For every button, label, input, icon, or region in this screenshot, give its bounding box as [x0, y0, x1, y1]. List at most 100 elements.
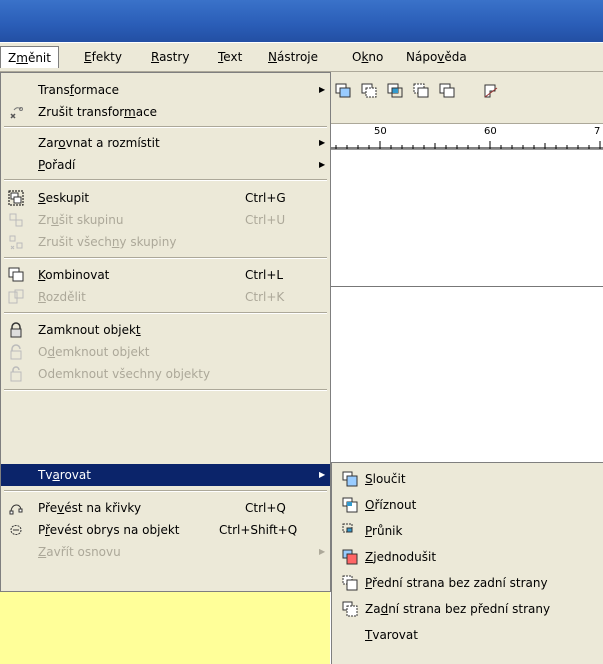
menu-label: Z	[8, 51, 17, 65]
menu-item-odemknout-objekt: Odemknout objekt	[1, 341, 330, 363]
menu-separator	[4, 179, 327, 181]
submenu-item-label: Sloučit	[365, 472, 406, 486]
menu-item-tvarovat[interactable]: Tvarovat ▶	[1, 464, 330, 486]
menu-item-label: Převést na křivky	[38, 501, 142, 515]
menu-item-seskupit[interactable]: Seskupit Ctrl+G	[1, 187, 330, 209]
menu-label-access-key: N	[268, 50, 277, 64]
menu-item-label: Zrušit všechny skupiny	[38, 235, 177, 249]
menu-separator	[4, 312, 327, 314]
shortcut-label: Ctrl+K	[245, 290, 285, 304]
ruler-label: 7	[594, 126, 601, 137]
trim-icon[interactable]	[360, 82, 378, 100]
menu-label: Nápo	[406, 50, 438, 64]
lock-icon	[10, 322, 22, 338]
submenu-item-zadni-strana[interactable]: Zadní strana bez přední strany	[332, 597, 602, 621]
boundary-icon[interactable]	[482, 82, 500, 100]
submenu-item-label: Zjednodušit	[365, 550, 437, 564]
menu-label: fekty	[91, 50, 122, 64]
menu-item-label: Zavřít osnovu	[38, 545, 121, 559]
menu-efekty[interactable]: Efekty	[84, 50, 122, 64]
menu-text[interactable]: Text	[218, 50, 242, 64]
menu-napoveda[interactable]: Nápověda	[406, 50, 467, 64]
submenu-item-sloucit[interactable]: Sloučit	[332, 467, 602, 491]
unlock-all-icon	[10, 366, 22, 382]
menu-label-access-key: E	[84, 50, 92, 64]
menu-separator	[4, 389, 327, 391]
menu-label-access-key: R	[151, 50, 160, 64]
shortcut-label: Ctrl+U	[245, 213, 286, 227]
menu-item-prevest-obrys[interactable]: Převést obrys na objekt Ctrl+Shift+Q	[1, 519, 330, 541]
menu-item-label: Zamknout objekt	[38, 323, 141, 337]
menu-item-label: Transformace	[38, 83, 120, 97]
submenu-item-tvarovat[interactable]: Tvarovat	[332, 623, 602, 647]
ruler-ticks	[330, 141, 603, 149]
submenu-item-label: Zadní strana bez přední strany	[365, 602, 551, 616]
menu-item-zrusit-vsechny-skupiny: Zrušit všechny skupiny	[1, 231, 330, 253]
shortcut-label: Ctrl+Q	[245, 501, 286, 515]
submenu-arrow-icon: ▶	[319, 470, 326, 479]
menu-label: astry	[159, 50, 190, 64]
ruler-label: 50	[374, 126, 387, 137]
ungroup-all-icon	[9, 235, 23, 250]
menu-item-zamknout-objekt[interactable]: Zamknout objekt	[1, 319, 330, 341]
menu-item-label: Odemknout objekt	[38, 345, 150, 359]
submenu-item-label: Tvarovat	[365, 628, 418, 642]
submenu-item-predni-strana[interactable]: Přední strana bez zadní strany	[332, 571, 602, 595]
menu-item-rozdelit: Rozdělit Ctrl+K	[1, 286, 330, 308]
menu-item-zarovnat[interactable]: Zarovnat a rozmístit ▶	[1, 132, 330, 154]
submenu-item-zjednodusit[interactable]: Zjednodušit	[332, 545, 602, 569]
submenu-item-oriznout[interactable]: Oříznout	[332, 493, 602, 517]
menu-item-label: Zrušit skupinu	[38, 213, 124, 227]
trim-icon	[342, 497, 358, 513]
menu-label: ástroje	[276, 50, 319, 64]
ruler-label: 60	[484, 126, 497, 137]
menu-item-transformace[interactable]: Transformace ▶	[1, 79, 330, 101]
ungroup-icon	[9, 213, 23, 227]
menu-item-label: Zrušit transformace	[38, 105, 158, 119]
combine-icon	[8, 267, 24, 282]
menu-item-label: Kombinovat	[38, 268, 110, 282]
horizontal-ruler[interactable]: 50 60 7	[330, 124, 603, 150]
menu-label: no	[368, 50, 384, 64]
menu-label-access-key: m	[16, 51, 28, 65]
unlock-icon	[10, 344, 22, 360]
menu-item-label: Seskupit	[38, 191, 90, 205]
submenu-arrow-icon: ▶	[319, 547, 326, 556]
menu-item-poradi[interactable]: Pořadí ▶	[1, 154, 330, 176]
menu-label: ext	[223, 50, 243, 64]
submenu-arrow-icon: ▶	[319, 85, 326, 94]
weld-icon	[342, 471, 358, 487]
menu-item-zrusit-transformace[interactable]: Zrušit transformace	[1, 101, 330, 123]
shortcut-label: Ctrl+L	[245, 268, 284, 282]
zmenit-dropdown-menu: Transformace ▶ Zrušit transformace Zarov…	[0, 72, 331, 592]
menu-item-zavrit-osnovu: Zavřít osnovu ▶	[1, 541, 330, 563]
menu-zmenit[interactable]: Změnit	[0, 46, 59, 68]
menu-okno[interactable]: Okno	[352, 50, 383, 64]
clear-transform-icon	[10, 107, 23, 119]
menu-item-label: Tvarovat	[38, 468, 91, 482]
menu-item-odemknout-vsechny: Odemknout všechny objekty	[1, 363, 330, 385]
group-icon	[8, 190, 24, 206]
title-bar	[0, 0, 603, 42]
simplify-icon[interactable]	[412, 82, 430, 100]
menu-nastroje[interactable]: Nástroje	[268, 50, 318, 64]
intersect-icon[interactable]	[386, 82, 404, 100]
menu-item-kombinovat[interactable]: Kombinovat Ctrl+L	[1, 264, 330, 286]
shortcut-label: Ctrl+Shift+Q	[219, 523, 298, 537]
menu-item-prevest-na-krivky[interactable]: Převést na křivky Ctrl+Q	[1, 497, 330, 519]
submenu-item-label: Průnik	[365, 524, 403, 538]
menu-item-label: Odemknout všechny objekty	[38, 367, 211, 381]
drawing-canvas[interactable]	[330, 150, 603, 287]
break-apart-icon	[8, 289, 24, 304]
front-minus-back-icon[interactable]	[438, 82, 456, 100]
weld-icon[interactable]	[334, 82, 352, 100]
submenu-item-label: Přední strana bez zadní strany	[365, 576, 548, 590]
submenu-item-prunik[interactable]: Průnik	[332, 519, 602, 543]
menu-rastry[interactable]: Rastry	[151, 50, 189, 64]
menu-separator	[4, 257, 327, 259]
menu-item-label: Převést obrys na objekt	[38, 523, 180, 537]
intersect-icon	[342, 523, 353, 533]
outline-to-object-icon	[10, 525, 22, 535]
back-minus-front-icon	[342, 601, 358, 617]
tvarovat-submenu: Sloučit Oříznout Průnik Zjednodušit Před…	[331, 462, 603, 664]
